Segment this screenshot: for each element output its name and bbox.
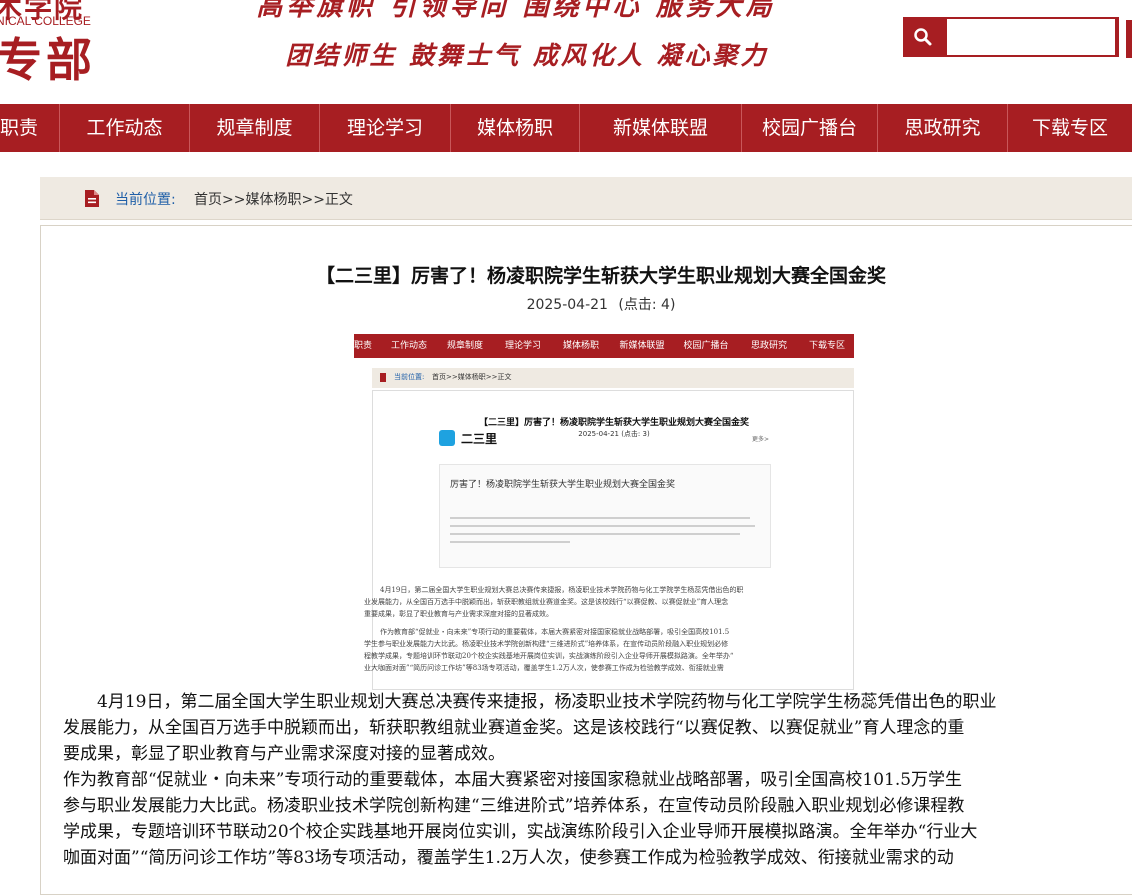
location-pin-icon	[439, 430, 455, 446]
article-title: 【二三里】厉害了！杨凌职院学生斩获大学生职业规划大赛全国金奖	[315, 265, 886, 287]
nav-item-media[interactable]: 媒体杨职	[451, 104, 580, 152]
embedded-nav-item: 工作动态	[390, 341, 427, 351]
embedded-text-line: 学生参与职业发展能力大比武。杨凌职业技术学院创新构建“三维进阶式”培养体系，在宣…	[364, 640, 729, 648]
search-icon[interactable]	[903, 17, 943, 57]
embedded-nav: 职责 工作动态 规章制度 理论学习 媒体杨职 新媒体联盟 校园广播台 思政研究 …	[354, 334, 854, 358]
article-clicks: (点击: 4)	[618, 297, 676, 313]
embedded-nav-item: 校园广播台	[683, 341, 729, 351]
search-input[interactable]	[947, 19, 1115, 55]
embedded-nav-item: 媒体杨职	[562, 341, 599, 351]
nav-item-theory-study[interactable]: 理论学习	[320, 104, 451, 152]
embedded-text-line: 业大咖面对面”“简历问诊工作坊”等83场专项活动，覆盖学生1.2万人次，使参赛工…	[364, 664, 724, 672]
embedded-nav-item: 规章制度	[446, 341, 483, 351]
breadcrumb-label: 当前位置:	[115, 192, 176, 208]
article-paragraph-line: 4月19日，第二届全国大学生职业规划大赛总决赛传来捷报，杨凌职业技术学院药物与化…	[97, 692, 997, 712]
embedded-text-line: 重要成果，彰显了职业教育与产业需求深度对接的显著成效。	[364, 610, 553, 618]
nav-item-downloads[interactable]: 下载专区	[1008, 104, 1132, 152]
header-edge-strip	[1126, 20, 1132, 58]
article-paragraph-line: 咖面对面”“简历问诊工作坊”等83场专项活动，覆盖学生1.2万人次，使参赛工作成…	[63, 848, 954, 868]
article-paragraph-line: 要成果，彰显了职业教育与产业需求深度对接的显著成效。	[63, 744, 505, 764]
article-paragraph-line: 参与职业发展能力大比武。杨凌职业技术学院创新构建“三维进阶式”培养体系，在宣传动…	[63, 796, 965, 816]
article-date: 2025-04-21	[526, 297, 608, 313]
embedded-nav-item: 下载专区	[808, 341, 845, 351]
slogan-line-1: 高举旗帜 引领导向 围绕中心 服务大局	[256, 0, 776, 22]
embedded-nav-item: 理论学习	[504, 341, 541, 351]
article-body: 4月19日，第二届全国大学生职业规划大赛总决赛传来捷报，杨凌职业技术学院药物与化…	[63, 689, 1132, 871]
embedded-more-link: 更多>	[751, 436, 769, 443]
nav-item-work-news[interactable]: 工作动态	[60, 104, 190, 152]
embedded-card-text-lines	[450, 517, 760, 549]
breadcrumb-path[interactable]: 首页>>媒体杨职>>正文	[194, 189, 353, 209]
embedded-breadcrumb-label: 当前位置:	[394, 373, 425, 381]
embedded-nav-item: 新媒体联盟	[619, 341, 665, 351]
embedded-card: 厉害了！杨凌职院学生斩获大学生职业规划大赛全国金奖	[439, 464, 771, 568]
embedded-document-icon	[380, 373, 386, 382]
embedded-screenshot-image: 职责 工作动态 规章制度 理论学习 媒体杨职 新媒体联盟 校园广播台 思政研究 …	[354, 334, 854, 690]
article-paragraph-line: 发展能力，从全国百万选手中脱颖而出，斩获职教组就业赛道金奖。这是该校践行“以赛促…	[63, 718, 965, 738]
search-box	[903, 17, 1119, 57]
slogan-line-2: 团结师生 鼓舞士气 成风化人 凝心聚力	[285, 41, 769, 70]
embedded-breadcrumb: 当前位置: 首页>>媒体杨职>>正文	[372, 368, 854, 388]
embedded-text-line: 程教学成果，专题培训环节联动20个校企实践基地开展岗位实训，实战演练阶段引入企业…	[364, 652, 734, 660]
site-header: 术学院 NICAL COLLEGE 专部 高举旗帜 引领导向 围绕中心 服务大局…	[0, 0, 1132, 104]
embedded-body-text: 4月19日，第二届全国大学生职业规划大赛总决赛传来捷报，杨凌职业技术学院药物与化…	[364, 584, 842, 674]
embedded-account-name: 二三里	[461, 432, 498, 446]
article-paragraph-line: 作为教育部“促就业・向未来”专项行动的重要载体，本届大赛紧密对接国家稳就业战略部…	[63, 770, 963, 790]
article-meta: 2025-04-21 (点击: 4)	[41, 294, 1132, 314]
embedded-title: 【二三里】厉害了！杨凌职院学生斩获大学生职业规划大赛全国金奖	[478, 418, 749, 428]
embedded-text-line: 业发展能力，从全国百万选手中脱颖而出，斩获职教组就业赛道金奖。这是该校践行“以赛…	[364, 598, 729, 606]
nav-item-campus-radio[interactable]: 校园广播台	[742, 104, 878, 152]
article-paragraph-line: 学成果，专题培训环节联动20个校企实践基地开展岗位实训，实战演练阶段引入企业导师…	[63, 822, 978, 842]
breadcrumb: 当前位置: 首页>>媒体杨职>>正文	[40, 177, 1132, 220]
nav-item-new-media-alliance[interactable]: 新媒体联盟	[580, 104, 742, 152]
nav-item-duties[interactable]: 职责	[0, 104, 60, 152]
document-icon	[84, 189, 100, 212]
nav-item-ideology-research[interactable]: 思政研究	[878, 104, 1008, 152]
embedded-account-row: 二三里 更多>	[439, 428, 769, 458]
embedded-breadcrumb-path: 首页>>媒体杨职>>正文	[432, 373, 512, 381]
main-nav: 职责 工作动态 规章制度 理论学习 媒体杨职 新媒体联盟 校园广播台 思政研究 …	[0, 104, 1132, 152]
nav-item-regulations[interactable]: 规章制度	[190, 104, 320, 152]
embedded-nav-item: 思政研究	[750, 341, 787, 351]
article-container: 【二三里】厉害了！杨凌职院学生斩获大学生职业规划大赛全国金奖 2025-04-2…	[40, 225, 1132, 895]
embedded-nav-item: 职责	[354, 341, 373, 351]
embedded-text-line: 作为教育部“促就业・向未来”专项行动的重要载体，本届大赛紧密对接国家稳就业战略部…	[380, 628, 730, 636]
embedded-card-title: 厉害了！杨凌职院学生斩获大学生职业规划大赛全国金奖	[450, 480, 676, 490]
embedded-text-line: 4月19日，第二届全国大学生职业规划大赛总决赛传来捷报，杨凌职业技术学院药物与化…	[380, 586, 744, 594]
